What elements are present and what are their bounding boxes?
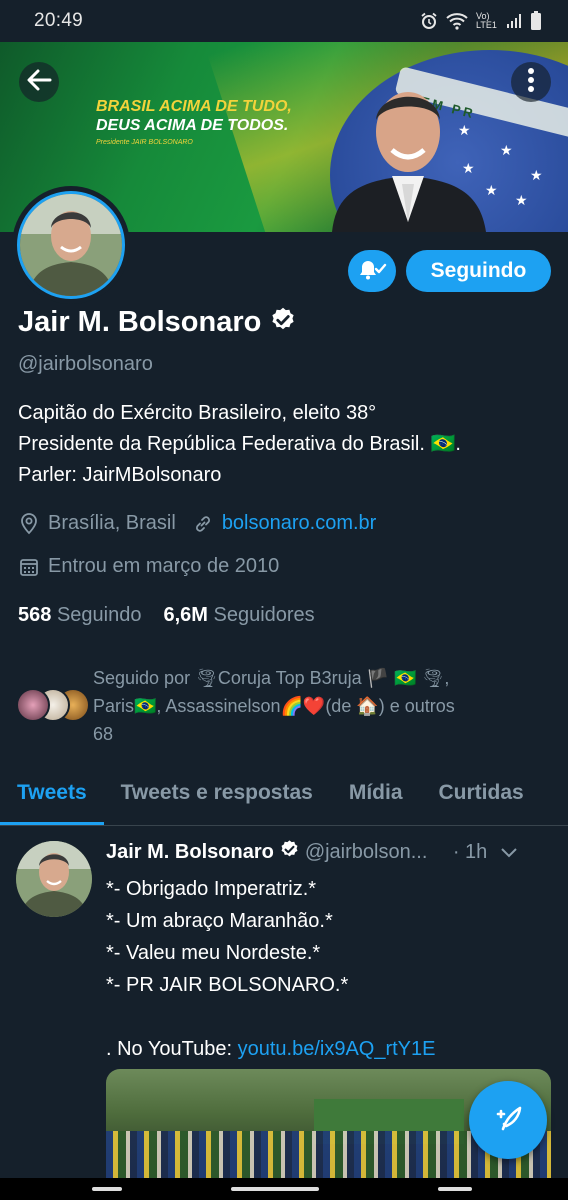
tab-tweets[interactable]: Tweets	[0, 770, 104, 825]
status-time: 20:49	[34, 10, 84, 31]
compose-tweet-button[interactable]	[469, 1081, 547, 1159]
banner-slogan: BRASIL ACIMA DE TUDO, DEUS ACIMA DE TODO…	[96, 98, 292, 146]
battery-icon	[530, 11, 542, 31]
profile-name-row: Jair M. Bolsonaro	[18, 306, 297, 339]
profile-meta-location-website: Brasília, Brasil bolsonaro.com.br	[18, 512, 376, 535]
chevron-down-icon[interactable]	[501, 841, 517, 864]
tweet-author-avatar[interactable]	[16, 841, 92, 917]
overflow-menu-button[interactable]	[511, 62, 551, 102]
profile-website-link[interactable]: bolsonaro.com.br	[222, 512, 377, 535]
tweet-youtube-link[interactable]: youtu.be/ix9AQ_rtY1E	[238, 1038, 436, 1060]
network-type: Vo) LTE1	[476, 11, 497, 30]
overflow-menu-icon	[527, 67, 535, 98]
profile-name: Jair M. Bolsonaro	[18, 306, 262, 338]
mutual-followers-avatars	[14, 688, 92, 724]
wifi-icon	[446, 12, 468, 30]
profile-counts: 568 Seguindo 6,6M Seguidores	[18, 604, 315, 627]
recent-apps-button[interactable]	[92, 1187, 122, 1191]
tweet-timestamp[interactable]: · 1h	[453, 841, 487, 864]
alarm-icon	[420, 12, 438, 30]
notifications-toggle-button[interactable]	[348, 250, 396, 292]
verified-badge-icon	[269, 306, 297, 339]
profile-tabs: Tweets Tweets e respostas Mídia Curtidas	[0, 770, 568, 826]
followers-count-link[interactable]: 6,6M Seguidores	[163, 604, 314, 627]
banner-portrait	[332, 92, 486, 232]
back-arrow-icon	[26, 69, 52, 96]
tab-media[interactable]: Mídia	[349, 770, 403, 825]
status-icons: Vo) LTE1	[420, 11, 542, 31]
profile-meta-joined: Entrou em março de 2010	[18, 555, 279, 578]
link-icon	[192, 513, 214, 535]
tweet-header: Jair M. Bolsonaro @jairbolson... · 1h	[106, 839, 556, 866]
followed-by-section[interactable]: Seguido por 🌪Coruja Top B3ruja 🏴 🇧🇷 🌪, P…	[14, 662, 559, 748]
profile-joined-date: Entrou em março de 2010	[48, 555, 280, 577]
profile-avatar[interactable]	[12, 186, 130, 304]
tweet-text: *- Obrigado Imperatriz.* *- Um abraço Ma…	[106, 878, 436, 1060]
avatar-image	[20, 194, 122, 296]
followed-by-text: Seguido por 🌪Coruja Top B3ruja 🏴 🇧🇷 🌪, P…	[93, 668, 455, 744]
system-navigation-bar	[0, 1178, 568, 1200]
following-count-link[interactable]: 568 Seguindo	[18, 604, 141, 627]
tweet-author-handle: @jairbolson...	[304, 841, 428, 863]
signal-icon	[506, 13, 522, 29]
location-pin-icon	[18, 512, 40, 535]
profile-bio: Capitão do Exército Brasileiro, eleito 3…	[18, 402, 461, 486]
verified-badge-icon	[279, 839, 300, 866]
home-button[interactable]	[231, 1187, 319, 1191]
profile-location: Brasília, Brasil	[48, 512, 176, 534]
status-bar: 20:49 Vo) LTE1	[0, 0, 568, 42]
tab-tweets-and-replies[interactable]: Tweets e respostas	[121, 770, 313, 825]
bell-check-icon	[356, 257, 388, 286]
calendar-icon	[18, 556, 40, 578]
tweet-author-name[interactable]: Jair M. Bolsonaro	[106, 841, 274, 864]
system-back-button[interactable]	[438, 1187, 472, 1191]
back-button[interactable]	[19, 62, 59, 102]
profile-handle: @jairbolsonaro	[18, 353, 153, 375]
compose-tweet-icon	[488, 1098, 528, 1143]
tab-likes[interactable]: Curtidas	[439, 770, 524, 825]
following-button[interactable]: Seguindo	[406, 250, 551, 292]
avatar	[16, 688, 50, 722]
